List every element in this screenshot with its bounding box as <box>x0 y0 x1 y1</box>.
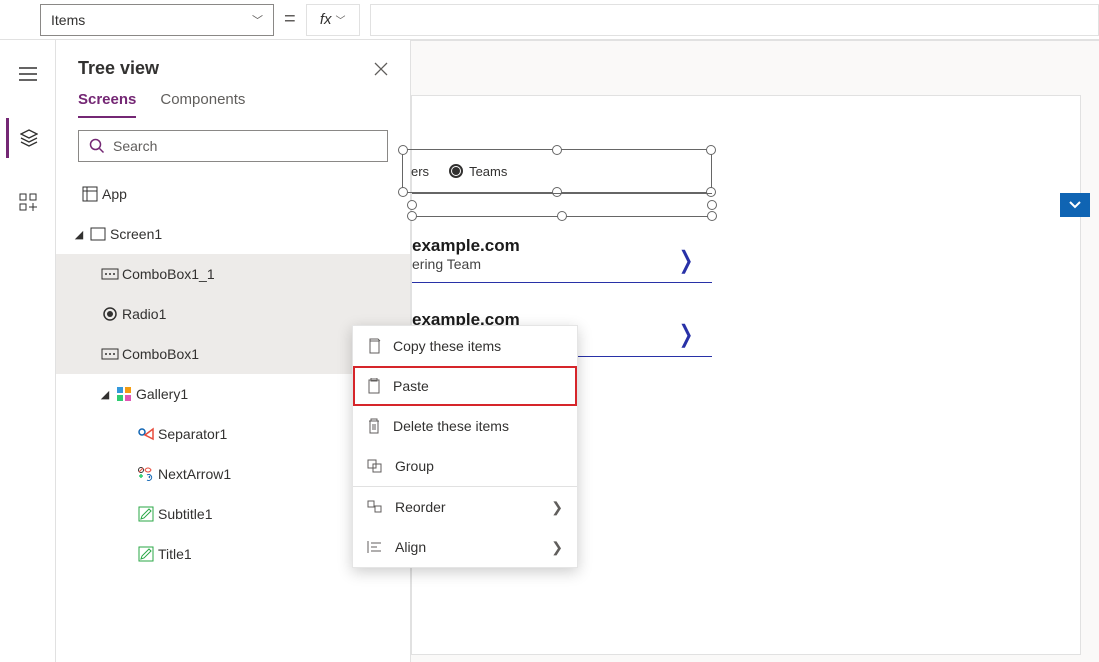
ctx-align[interactable]: Align ❯ <box>353 527 577 567</box>
tree-view-title: Tree view <box>78 58 159 79</box>
gallery-item[interactable]: example.com ering Team ❭ <box>412 236 712 283</box>
reorder-icon <box>367 500 383 514</box>
tab-screens[interactable]: Screens <box>78 91 136 118</box>
separator-icon <box>134 427 158 441</box>
ctx-delete[interactable]: Delete these items <box>353 406 577 446</box>
resize-handle[interactable] <box>407 211 417 221</box>
icons-icon <box>134 466 158 482</box>
tree-node-label: Separator1 <box>158 426 227 442</box>
grid-add-icon <box>19 193 37 211</box>
context-menu: Copy these items Paste Delete these item… <box>352 325 578 568</box>
radio-option-users[interactable]: ers <box>411 164 429 179</box>
hamburger-icon <box>19 67 37 81</box>
copy-icon <box>367 338 381 354</box>
chevron-down-icon <box>1068 200 1082 210</box>
components-button[interactable] <box>8 182 48 222</box>
chevron-down-icon: ﹀ <box>252 12 263 28</box>
screen-icon <box>86 227 110 241</box>
close-panel-button[interactable] <box>374 62 388 76</box>
combobox-control-selected[interactable] <box>412 193 712 217</box>
ctx-label: Align <box>395 539 426 555</box>
ctx-label: Group <box>395 458 434 474</box>
app-icon <box>78 186 102 202</box>
gallery-title: example.com <box>412 236 712 256</box>
label-icon <box>134 506 158 522</box>
combobox-icon <box>98 348 122 360</box>
group-icon <box>367 459 383 473</box>
ctx-paste[interactable]: Paste <box>353 366 577 406</box>
tree-node-screen1[interactable]: ◢ Screen1 <box>56 214 410 254</box>
tree-node-label: App <box>102 186 127 202</box>
resize-handle[interactable] <box>707 211 717 221</box>
tree-node-label: ComboBox1_1 <box>122 266 215 282</box>
tree-node-label: Subtitle1 <box>158 506 212 522</box>
ctx-reorder[interactable]: Reorder ❯ <box>353 487 577 527</box>
tree-node-app[interactable]: App <box>56 174 410 214</box>
gallery-separator <box>412 282 712 283</box>
tree-view-button[interactable] <box>6 118 46 158</box>
trash-icon <box>367 418 381 434</box>
next-arrow-icon[interactable]: ❭ <box>676 246 696 275</box>
search-icon <box>89 138 105 154</box>
tree-node-label: Screen1 <box>110 226 162 242</box>
chevron-right-icon: ❯ <box>551 499 563 516</box>
tree-node-label: Gallery1 <box>136 386 188 402</box>
radio-option-teams[interactable]: Teams <box>449 164 507 179</box>
search-input[interactable]: Search <box>78 130 388 162</box>
resize-handle[interactable] <box>398 187 408 197</box>
radio-icon <box>98 306 122 322</box>
tree-node-label: ComboBox1 <box>122 346 199 362</box>
tree-node-label: Radio1 <box>122 306 166 322</box>
property-dropdown-value: Items <box>51 12 85 28</box>
tree-node-combobox1-1[interactable]: ComboBox1_1 <box>56 254 410 294</box>
radio-label: Teams <box>469 164 507 179</box>
combobox-chevron[interactable] <box>1060 193 1090 217</box>
resize-handle[interactable] <box>557 211 567 221</box>
chevron-down-icon: ﹀ <box>336 12 346 27</box>
ctx-label: Copy these items <box>393 338 501 354</box>
radio-control-selected[interactable]: ers Teams <box>402 149 712 193</box>
chevron-right-icon: ❯ <box>551 539 563 556</box>
ctx-label: Reorder <box>395 499 446 515</box>
align-icon <box>367 540 383 554</box>
collapse-icon[interactable]: ◢ <box>72 228 86 241</box>
tree-node-label: NextArrow1 <box>158 466 231 482</box>
tab-components[interactable]: Components <box>160 91 245 118</box>
ctx-group[interactable]: Group <box>353 446 577 486</box>
tree-tabs: Screens Components <box>56 85 410 118</box>
ctx-label: Paste <box>393 378 429 394</box>
combobox-icon <box>98 268 122 280</box>
equals-sign: = <box>284 8 296 31</box>
property-dropdown[interactable]: Items ﹀ <box>40 4 274 36</box>
paste-icon <box>367 378 381 394</box>
resize-handle[interactable] <box>407 200 417 210</box>
resize-handle[interactable] <box>398 145 408 155</box>
search-placeholder: Search <box>113 138 157 154</box>
close-icon <box>374 62 388 76</box>
resize-handle[interactable] <box>552 145 562 155</box>
layers-icon <box>20 129 38 147</box>
gallery-icon <box>112 386 136 402</box>
tree-node-label: Title1 <box>158 546 192 562</box>
fx-icon: fx <box>320 11 332 28</box>
ctx-label: Delete these items <box>393 418 509 434</box>
next-arrow-icon[interactable]: ❭ <box>676 320 696 349</box>
formula-bar: Items ﹀ = fx ﹀ <box>0 0 1099 40</box>
resize-handle[interactable] <box>707 200 717 210</box>
radio-label: ers <box>411 164 429 179</box>
ctx-copy[interactable]: Copy these items <box>353 326 577 366</box>
formula-input[interactable] <box>370 4 1099 36</box>
collapse-icon[interactable]: ◢ <box>98 388 112 401</box>
gallery-subtitle: ering Team <box>412 256 712 272</box>
hamburger-button[interactable] <box>8 54 48 94</box>
left-nav-strip <box>0 40 56 662</box>
label-icon <box>134 546 158 562</box>
fx-button[interactable]: fx ﹀ <box>306 4 360 36</box>
resize-handle[interactable] <box>706 145 716 155</box>
